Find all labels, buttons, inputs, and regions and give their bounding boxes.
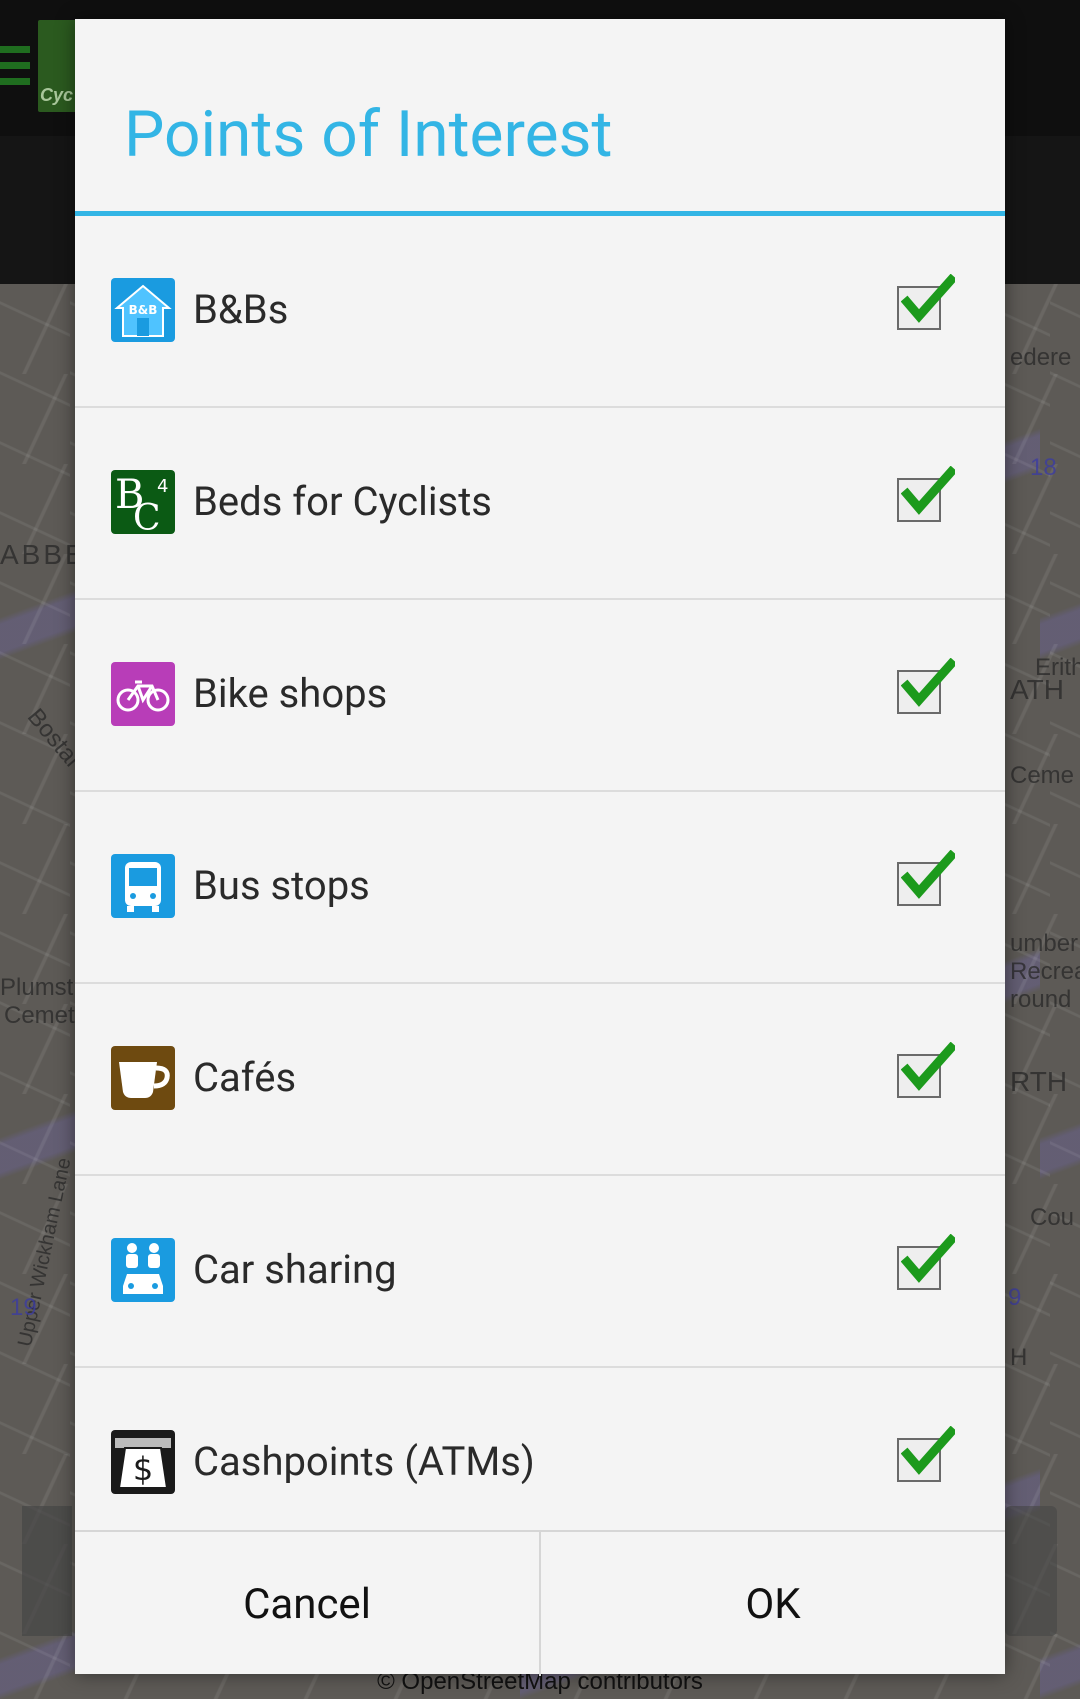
app-logo: Cyc	[38, 20, 80, 112]
poi-checkbox[interactable]	[897, 1042, 955, 1102]
poi-label: Bike shops	[193, 670, 388, 717]
poi-label: Beds for Cyclists	[193, 478, 492, 525]
map-left-control[interactable]	[22, 1506, 72, 1636]
coffee-cup-icon	[111, 1046, 175, 1110]
list-item-bus-stops[interactable]: Bus stops	[75, 792, 1005, 984]
svg-text:C: C	[133, 498, 161, 534]
map-label: Cemet	[4, 1002, 75, 1029]
poi-label: Cashpoints (ATMs)	[193, 1438, 535, 1485]
checkmark-icon	[901, 1234, 955, 1283]
map-label: ABBE	[0, 539, 87, 570]
app-logo-text: Cyc	[40, 85, 74, 105]
checkmark-icon	[901, 1042, 955, 1091]
checkmark-icon	[901, 850, 955, 899]
list-item-bike-shops[interactable]: Bike shops	[75, 600, 1005, 792]
checkmark-icon	[901, 1426, 955, 1475]
dialog-title: Points of Interest	[124, 97, 613, 172]
poi-checkbox[interactable]	[897, 850, 955, 910]
svg-text:4: 4	[157, 476, 168, 497]
checkmark-icon	[901, 274, 955, 323]
map-label: Plumst	[0, 974, 74, 1001]
map-label: RTH	[1010, 1066, 1068, 1097]
bus-icon	[111, 854, 175, 918]
checkmark-icon	[901, 466, 955, 515]
map-label: round	[1010, 986, 1072, 1013]
svg-text:$: $	[133, 1450, 153, 1488]
points-of-interest-dialog: Points of Interest B&B B&Bs B C 4 Beds f…	[75, 19, 1005, 1676]
poi-list[interactable]: B&B B&Bs B C 4 Beds for Cyclists Bike sh…	[75, 216, 1005, 1549]
list-item-beds-for-cyclists[interactable]: B C 4 Beds for Cyclists	[75, 408, 1005, 600]
list-item-bnbs[interactable]: B&B B&Bs	[75, 216, 1005, 408]
map-label: Recrea	[1010, 958, 1080, 985]
poi-label: Car sharing	[193, 1246, 397, 1293]
ok-button[interactable]: OK	[539, 1532, 1005, 1676]
poi-checkbox[interactable]	[897, 466, 955, 526]
map-label: Ceme	[1010, 762, 1075, 789]
bicycle-icon	[111, 662, 175, 726]
poi-label: Bus stops	[193, 862, 370, 909]
map-zoom-control[interactable]	[1005, 1506, 1057, 1636]
list-item-cafes[interactable]: Cafés	[75, 984, 1005, 1176]
map-label: 19	[10, 1294, 37, 1321]
poi-label: B&Bs	[193, 286, 289, 333]
beds-for-cyclists-icon: B C 4	[111, 470, 175, 534]
poi-checkbox[interactable]	[897, 274, 955, 334]
bnb-house-icon: B&B	[111, 278, 175, 342]
map-label: Cou	[1030, 1204, 1075, 1231]
cashpoint-icon: $	[111, 1430, 175, 1494]
map-label: umber	[1010, 930, 1079, 957]
map-label: 18	[1030, 454, 1057, 481]
hamburger-menu-icon[interactable]	[0, 46, 30, 86]
list-item-cashpoints[interactable]: $ Cashpoints (ATMs)	[75, 1368, 1005, 1549]
svg-text:B&B: B&B	[129, 303, 158, 317]
car-sharing-icon	[111, 1238, 175, 1302]
map-label: ATH	[1010, 674, 1064, 705]
poi-checkbox[interactable]	[897, 1234, 955, 1294]
poi-checkbox[interactable]	[897, 1426, 955, 1486]
poi-checkbox[interactable]	[897, 658, 955, 718]
map-label: H	[1010, 1344, 1028, 1371]
poi-label: Cafés	[193, 1054, 297, 1101]
cancel-button[interactable]: Cancel	[75, 1532, 539, 1676]
list-item-car-sharing[interactable]: Car sharing	[75, 1176, 1005, 1368]
map-label: edere	[1010, 344, 1072, 371]
dialog-button-bar: Cancel OK	[75, 1530, 1005, 1676]
map-label: 9	[1008, 1284, 1022, 1311]
checkmark-icon	[901, 658, 955, 707]
